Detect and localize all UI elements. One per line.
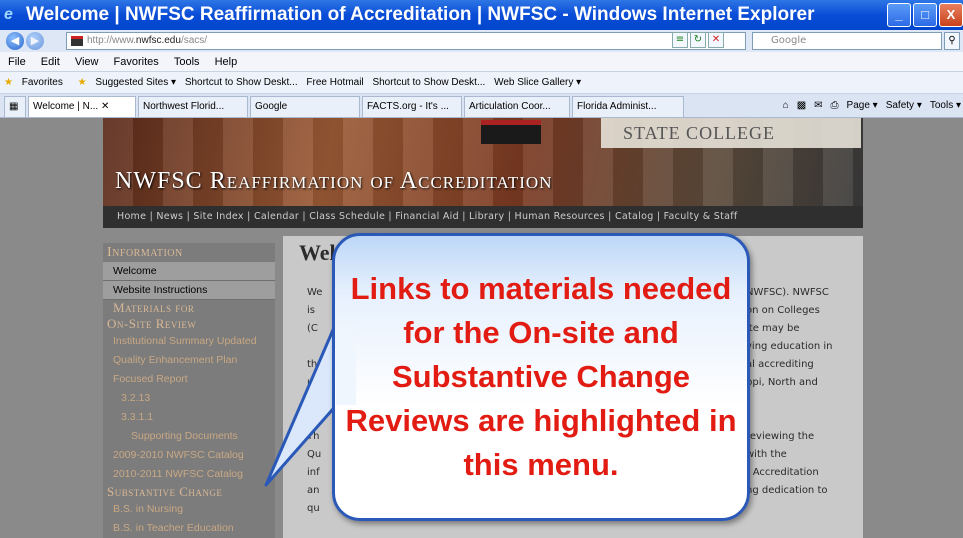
- favorites-button[interactable]: ★ Favorites: [4, 77, 69, 88]
- menu-view[interactable]: View: [75, 56, 99, 68]
- address-prefix: http://www.: [87, 35, 136, 46]
- sidebar-item-teacher-ed[interactable]: B.S. in Teacher Education: [103, 519, 275, 538]
- tools-menu[interactable]: Tools ▾: [930, 94, 961, 117]
- search-placeholder: Google: [771, 35, 807, 46]
- callout-annotation: Links to materials needed for the On-sit…: [264, 233, 750, 523]
- minimize-button[interactable]: _: [887, 3, 911, 27]
- sidebar-item-nursing[interactable]: B.S. in Nursing: [103, 500, 275, 519]
- menu-file[interactable]: File: [8, 56, 26, 68]
- text-fragment: ppi, North and: [746, 377, 818, 388]
- tab-google-label: Google: [255, 101, 288, 112]
- sidebar-item-3-3-1-1[interactable]: 3.3.1.1: [103, 408, 275, 427]
- window-controls: _ □ X: [887, 3, 963, 27]
- print-icon[interactable]: ⎙: [831, 94, 839, 117]
- fav-free-hotmail[interactable]: Free Hotmail: [306, 77, 363, 88]
- sidebar-item-welcome[interactable]: Welcome: [103, 262, 275, 281]
- text-fragment: NWFSC). NWFSC: [746, 287, 829, 298]
- menu-favorites[interactable]: Favorites: [114, 56, 159, 68]
- sidebar-heading-information: Information: [107, 245, 183, 260]
- fav-shortcut-1[interactable]: Shortcut to Show Deskt...: [185, 77, 298, 88]
- tab-northwest-label: Northwest Florid...: [143, 101, 225, 112]
- forward-button[interactable]: ▶: [26, 32, 44, 50]
- callout-text: Links to materials needed for the On-sit…: [345, 271, 737, 482]
- maximize-button[interactable]: □: [913, 3, 937, 27]
- fav-suggested-sites[interactable]: Suggested Sites ▾: [95, 77, 176, 88]
- tab-welcome[interactable]: Welcome | N... ✕: [28, 96, 136, 117]
- browser-window: e Welcome | NWFSC Reaffirmation of Accre…: [0, 0, 963, 538]
- star-icon: ★: [4, 77, 13, 88]
- tab-northwest-florida[interactable]: Northwest Florid...: [138, 96, 248, 117]
- text-fragment: ite may be: [746, 323, 800, 334]
- address-input[interactable]: http://www.nwfsc.edu/sacs/: [66, 32, 746, 50]
- tab-welcome-label: Welcome | N...: [33, 101, 99, 112]
- stop-icon[interactable]: ✕: [708, 32, 724, 48]
- site-header: STATE COLLEGE NWFSC Reaffirmation of Acc…: [103, 118, 863, 206]
- search-icon[interactable]: ⚲: [944, 32, 960, 50]
- compatibility-icon[interactable]: ≡: [672, 32, 688, 48]
- favorites-label: Favorites: [21, 77, 63, 88]
- page-menu[interactable]: Page ▾: [847, 94, 878, 117]
- sidebar-menu: Information Welcome Website Instructions…: [103, 243, 275, 538]
- sidebar-heading-onsite: On-Site Review: [107, 316, 197, 331]
- menu-help[interactable]: Help: [215, 56, 238, 68]
- tab-facts-label: FACTS.org - It's ...: [367, 101, 449, 112]
- text-fragment: reviewing the: [746, 431, 815, 442]
- tab-google[interactable]: Google: [250, 96, 360, 117]
- sidebar-item-3-2-13[interactable]: 3.2.13: [103, 389, 275, 408]
- tab-articulation[interactable]: Articulation Coor...: [464, 96, 570, 117]
- text-fragment: al accrediting: [746, 359, 814, 370]
- address-actions: ≡ ↻ ✕: [672, 32, 724, 48]
- site-favicon-icon: [71, 36, 83, 46]
- book-logo-icon: [481, 120, 541, 144]
- quick-tabs-icon[interactable]: ▦: [4, 96, 26, 117]
- text-fragment: f Accreditation: [746, 467, 819, 478]
- address-path: /sacs/: [180, 35, 208, 46]
- command-bar: ⌂ ▩ ✉ ⎙ Page ▾ Safety ▾ Tools ▾: [783, 94, 961, 117]
- tab-florida-admin[interactable]: Florida Administ...: [572, 96, 684, 117]
- mail-icon[interactable]: ✉: [814, 94, 822, 117]
- search-input[interactable]: Google: [752, 32, 942, 50]
- text-fragment: on on Colleges: [746, 305, 820, 316]
- site-nav[interactable]: Home | News | Site Index | Calendar | Cl…: [103, 206, 863, 228]
- text-fragment: with the: [746, 449, 787, 460]
- ie-logo-icon: e: [4, 6, 13, 23]
- safety-menu[interactable]: Safety ▾: [886, 94, 922, 117]
- tab-florida-label: Florida Administ...: [577, 101, 657, 112]
- menu-tools[interactable]: Tools: [174, 56, 200, 68]
- site-title: NWFSC Reaffirmation of Accreditation: [115, 168, 553, 194]
- fav-shortcut-2[interactable]: Shortcut to Show Deskt...: [372, 77, 485, 88]
- add-favorite-icon[interactable]: ★: [78, 77, 87, 88]
- sidebar-item-supporting-docs[interactable]: Supporting Documents: [103, 427, 275, 446]
- sidebar-heading-materials: Materials for: [113, 300, 195, 315]
- sidebar-item-instructions[interactable]: Website Instructions: [103, 281, 275, 300]
- address-row: ◀ ▶ http://www.nwfsc.edu/sacs/ ≡ ↻ ✕ Goo…: [0, 30, 963, 52]
- refresh-icon[interactable]: ↻: [690, 32, 706, 48]
- menu-edit[interactable]: Edit: [41, 56, 60, 68]
- favorites-bar: ★ Favorites ★ Suggested Sites ▾ Shortcut…: [0, 72, 963, 94]
- tab-facts[interactable]: FACTS.org - It's ...: [362, 96, 462, 117]
- back-button[interactable]: ◀: [6, 32, 24, 50]
- text-fragment: ving education in: [746, 341, 833, 352]
- close-button[interactable]: X: [939, 3, 963, 27]
- tab-articulation-label: Articulation Coor...: [469, 101, 551, 112]
- text-fragment: ng dedication to: [746, 485, 828, 496]
- fav-web-slice-gallery[interactable]: Web Slice Gallery ▾: [494, 77, 581, 88]
- sidebar-item-qep[interactable]: Quality Enhancement Plan: [103, 351, 275, 370]
- sidebar-heading-substantive-change: Substantive Change: [107, 484, 223, 499]
- window-title: Welcome | NWFSC Reaffirmation of Accredi…: [26, 4, 815, 25]
- title-bar: e Welcome | NWFSC Reaffirmation of Accre…: [0, 0, 963, 30]
- college-name: STATE COLLEGE: [601, 118, 861, 148]
- address-domain: nwfsc.edu: [135, 35, 181, 46]
- sidebar-item-catalog-2009[interactable]: 2009-2010 NWFSC Catalog: [103, 446, 275, 465]
- sidebar-item-focused-report[interactable]: Focused Report: [103, 370, 275, 389]
- home-icon[interactable]: ⌂: [783, 94, 789, 117]
- sidebar-item-catalog-2010[interactable]: 2010-2011 NWFSC Catalog: [103, 465, 275, 484]
- tab-bar: ▦ Welcome | N... ✕ Northwest Florid... G…: [0, 94, 963, 118]
- sidebar-item-institutional-summary[interactable]: Institutional Summary Updated: [103, 332, 275, 351]
- feeds-icon[interactable]: ▩: [797, 94, 806, 117]
- menu-bar: File Edit View Favorites Tools Help: [0, 52, 963, 72]
